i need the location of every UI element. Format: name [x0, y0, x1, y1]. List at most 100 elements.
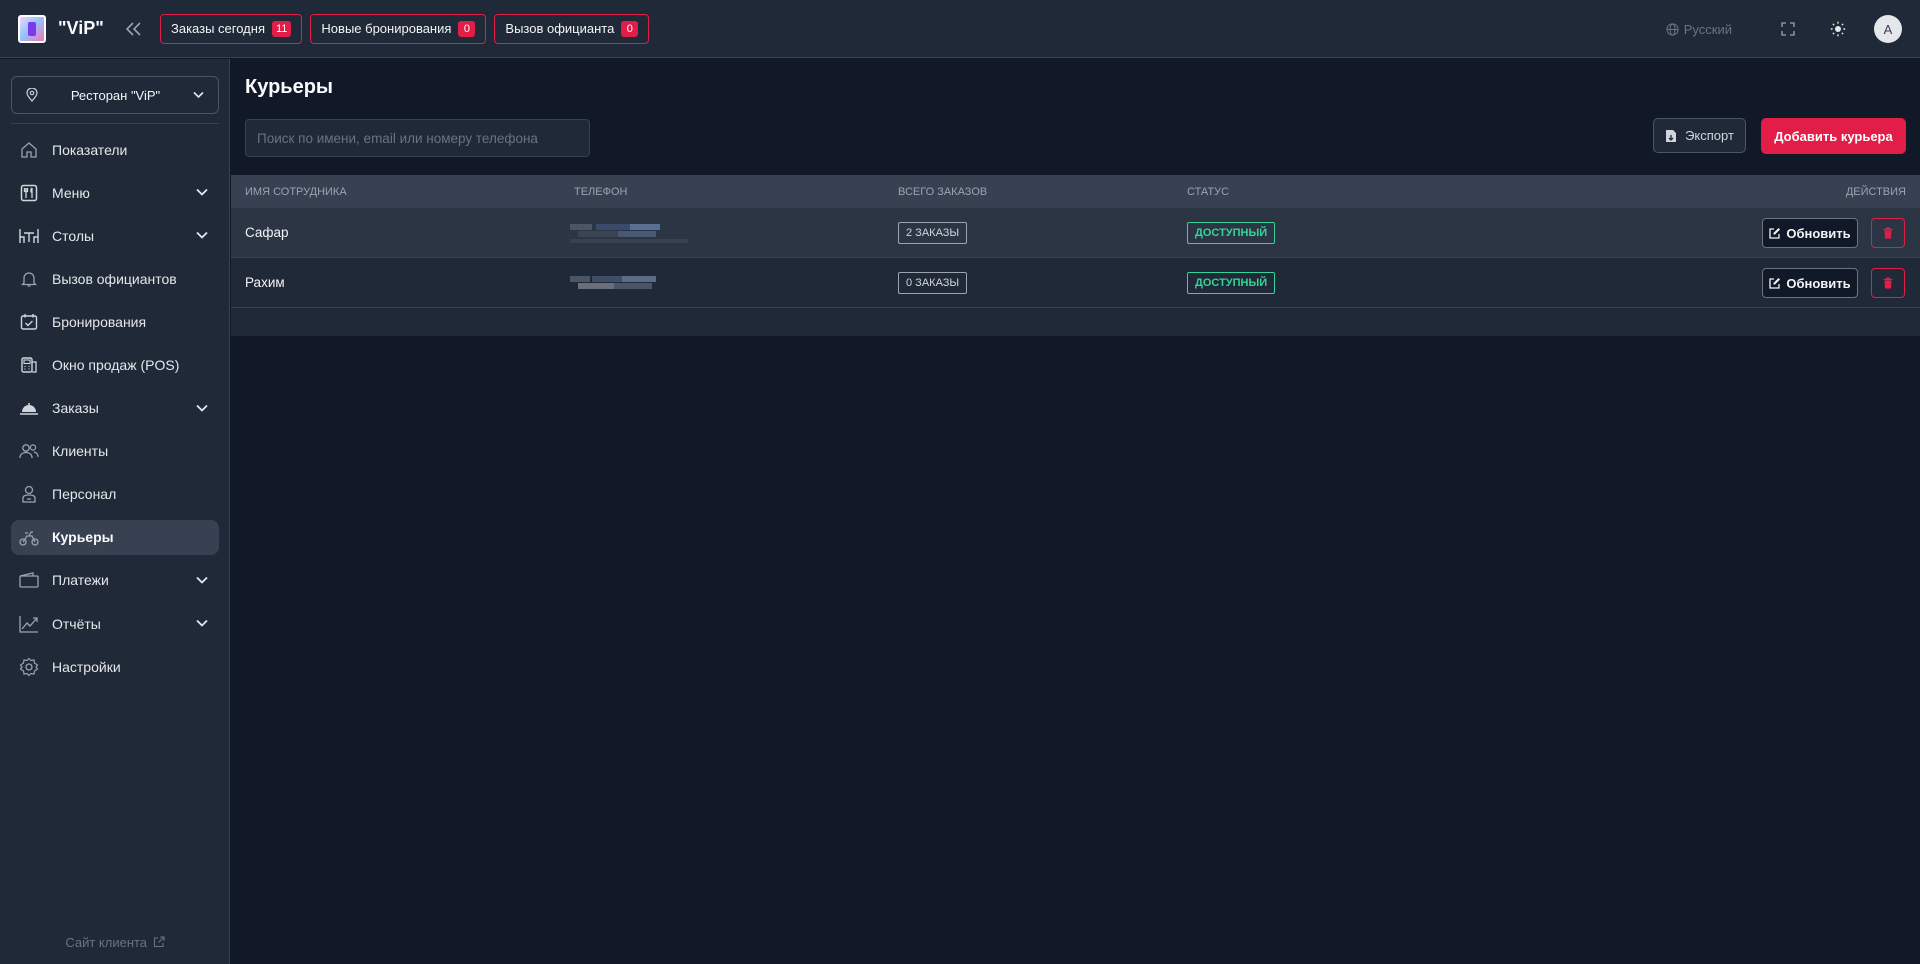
staff-icon: [18, 483, 40, 505]
sidebar-item-label: Курьеры: [52, 529, 114, 546]
pill-label: Новые бронирования: [321, 21, 452, 36]
chevron-down-icon: [193, 91, 204, 99]
sidebar-item-couriers[interactable]: Курьеры: [11, 519, 219, 555]
pill-label: Заказы сегодня: [171, 21, 265, 36]
globe-icon: [1666, 22, 1679, 36]
cloche-icon: [18, 397, 40, 419]
column-header-status: Статус: [1187, 185, 1230, 198]
phone-redacted: [570, 222, 688, 244]
orders-today-pill[interactable]: Заказы сегодня 11: [160, 13, 303, 44]
table-row[interactable]: Сафар 2 Заказы Доступный Обновить: [231, 208, 1920, 258]
sidebar-item-dashboard[interactable]: Показатели: [11, 132, 219, 167]
table-icon: [18, 225, 40, 247]
language-selector[interactable]: Русский: [1666, 22, 1732, 37]
orders-badge: 0 Заказы: [898, 272, 968, 294]
trash-icon: [1883, 227, 1893, 239]
sidebar-item-label: Бронирования: [52, 313, 147, 330]
client-site-label: Сайт клиента: [65, 935, 148, 950]
sidebar-item-bookings[interactable]: Бронирования: [11, 304, 219, 339]
file-export-icon: [1666, 129, 1677, 142]
sidebar: Ресторан "ViP" Показатели Меню Столы Выз…: [0, 59, 230, 964]
couriers-table: Имя сотрудника Телефон Всего заказов Ста…: [231, 175, 1920, 336]
sidebar-item-label: Клиенты: [52, 443, 109, 460]
sidebar-item-label: Столы: [52, 227, 95, 244]
sidebar-item-waiter-calls[interactable]: Вызов официантов: [11, 261, 219, 296]
column-header-phone: Телефон: [574, 185, 628, 198]
delete-button[interactable]: [1871, 268, 1905, 298]
home-icon: [18, 139, 40, 161]
calendar-check-icon: [18, 311, 40, 333]
update-button[interactable]: Обновить: [1762, 268, 1858, 298]
table-footer: [231, 308, 1920, 336]
courier-name: Рахим: [245, 275, 285, 290]
main-content: Курьеры Экспорт Добавить курьера Имя сот…: [231, 59, 1920, 964]
sidebar-item-label: Заказы: [52, 400, 99, 417]
pill-label: Вызов официанта: [505, 21, 615, 36]
chevron-down-icon: [196, 232, 208, 239]
search-input[interactable]: [245, 119, 590, 157]
user-avatar[interactable]: A: [1874, 15, 1902, 43]
edit-icon: [1769, 278, 1781, 289]
phone-redacted: [570, 272, 680, 294]
update-label: Обновить: [1786, 275, 1851, 291]
add-courier-button[interactable]: Добавить курьера: [1761, 118, 1906, 154]
brand[interactable]: "ViP": [0, 14, 118, 43]
sidebar-item-reports[interactable]: Отчёты: [11, 606, 219, 641]
courier-name: Сафар: [245, 225, 289, 240]
update-label: Обновить: [1786, 225, 1851, 241]
header-actions: Русский A: [1666, 0, 1902, 58]
gear-icon: [18, 656, 40, 678]
bell-icon: [18, 268, 40, 290]
branch-selector[interactable]: Ресторан "ViP": [11, 76, 219, 114]
chevron-down-icon: [196, 576, 208, 584]
sidebar-item-label: Показатели: [52, 141, 128, 158]
sidebar-item-label: Окно продаж (POS): [52, 356, 180, 373]
update-button[interactable]: Обновить: [1762, 218, 1858, 248]
menu-utensils-icon: [18, 182, 40, 204]
chevron-down-icon: [196, 404, 208, 412]
column-header-orders: Всего заказов: [898, 185, 988, 198]
courier-bike-icon: [18, 526, 40, 548]
sidebar-item-staff[interactable]: Персонал: [11, 477, 219, 512]
page-title: Курьеры: [245, 76, 333, 98]
new-bookings-pill[interactable]: Новые бронирования 0: [310, 13, 487, 44]
brand-name: "ViP": [58, 18, 104, 38]
delete-button[interactable]: [1871, 218, 1905, 248]
brand-logo: [18, 14, 46, 43]
fullscreen-icon: [1781, 22, 1795, 36]
sidebar-item-menu[interactable]: Меню: [11, 175, 219, 210]
sidebar-item-pos[interactable]: Окно продаж (POS): [11, 347, 219, 382]
pill-count: 11: [272, 20, 292, 37]
sidebar-divider: [11, 123, 219, 124]
column-header-actions: Действия: [1845, 185, 1906, 198]
sidebar-item-label: Персонал: [52, 486, 117, 503]
sidebar-item-tables[interactable]: Столы: [11, 218, 219, 253]
sidebar-item-clients[interactable]: Клиенты: [11, 434, 219, 469]
sidebar-item-label: Платежи: [52, 572, 109, 589]
status-badge: Доступный: [1187, 272, 1276, 294]
table-header: Имя сотрудника Телефон Всего заказов Ста…: [231, 175, 1920, 208]
language-label: Русский: [1683, 21, 1732, 37]
chevron-down-icon: [196, 188, 208, 196]
sun-icon: [1830, 21, 1846, 37]
chevron-down-icon: [196, 619, 208, 627]
branch-name: Ресторан "ViP": [70, 87, 161, 103]
export-label: Экспорт: [1685, 128, 1734, 143]
edit-icon: [1769, 228, 1781, 239]
sidebar-item-payments[interactable]: Платежи: [11, 563, 219, 598]
collapse-sidebar-button[interactable]: [120, 15, 148, 43]
sidebar-item-orders[interactable]: Заказы: [11, 391, 219, 426]
sidebar-item-settings[interactable]: Настройки: [11, 649, 219, 684]
trash-icon: [1883, 277, 1893, 289]
waiter-call-pill[interactable]: Вызов официанта 0: [494, 13, 650, 44]
map-pin-icon: [26, 88, 38, 102]
fullscreen-button[interactable]: [1776, 17, 1800, 41]
orders-badge: 2 Заказы: [898, 222, 968, 244]
export-button[interactable]: Экспорт: [1653, 118, 1746, 153]
sidebar-item-label: Настройки: [52, 658, 121, 675]
theme-toggle-button[interactable]: [1826, 17, 1850, 41]
sidebar-item-label: Меню: [52, 184, 90, 201]
table-row[interactable]: Рахим 0 Заказы Доступный Обновить: [231, 258, 1920, 308]
column-header-name: Имя сотрудника: [245, 185, 347, 198]
client-site-link[interactable]: Сайт клиента: [0, 935, 230, 950]
